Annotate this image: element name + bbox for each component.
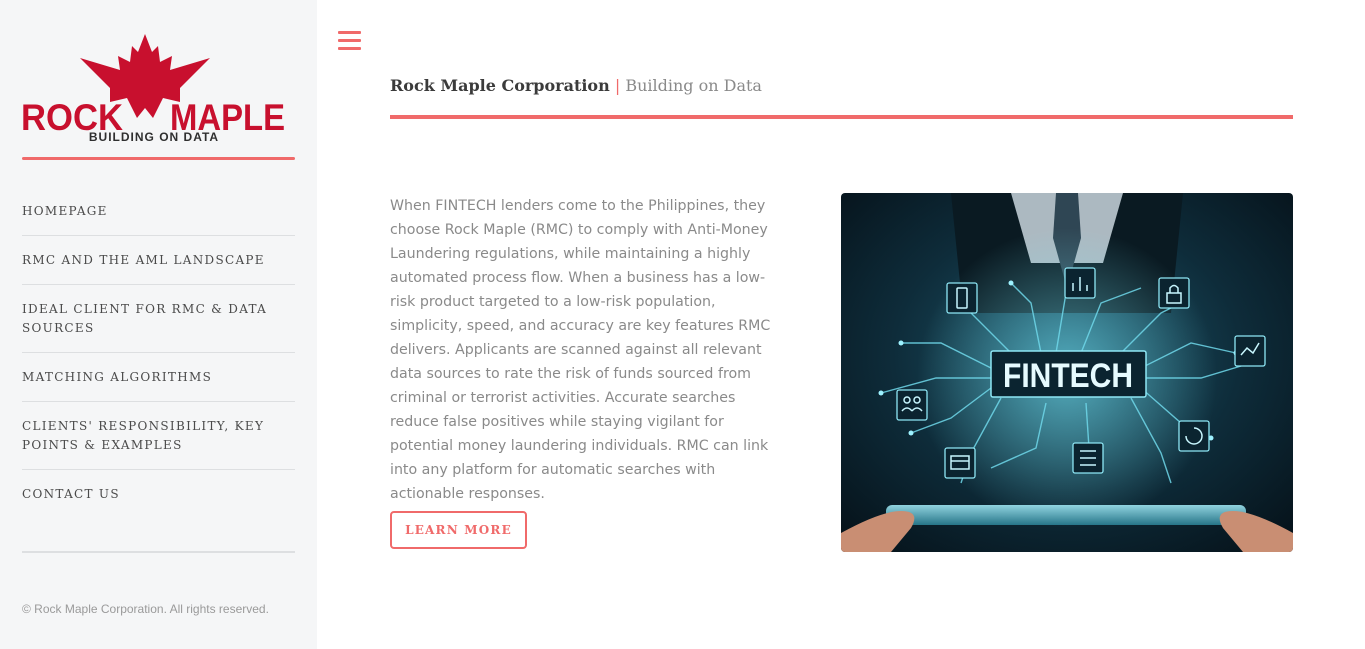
logo-divider (22, 157, 295, 160)
sidebar-item-matching-algorithms[interactable]: MATCHING ALGORITHMS (22, 353, 295, 402)
header-tagline: Building on Data (625, 76, 762, 95)
sidebar-divider (22, 551, 295, 553)
sidebar-item-contact-us[interactable]: CONTACT US (22, 470, 295, 518)
sidebar-item-clients-responsibility[interactable]: CLIENTS' RESPONSIBILITY, KEY POINTS & EX… (22, 402, 295, 470)
sidebar-item-aml-landscape[interactable]: RMC AND THE AML LANDSCAPE (22, 236, 295, 285)
sidebar: ROCK MAPLE BUILDING ON DATA HOMEPAGE RMC… (0, 0, 317, 649)
hamburger-menu-icon[interactable] (338, 31, 361, 51)
intro-paragraph: When FINTECH lenders come to the Philipp… (390, 198, 771, 502)
sidebar-nav: HOMEPAGE RMC AND THE AML LANDSCAPE IDEAL… (22, 187, 295, 518)
header-separator: | (614, 76, 621, 95)
rock-maple-logo[interactable]: ROCK MAPLE BUILDING ON DATA (20, 30, 288, 150)
refresh-icon (1178, 420, 1210, 452)
card-icon (944, 447, 976, 479)
logo-tagline: BUILDING ON DATA (89, 130, 219, 144)
learn-more-button[interactable]: LEARN MORE (390, 511, 527, 549)
fintech-hero-image: FINTECH (841, 193, 1293, 552)
sidebar-item-homepage[interactable]: HOMEPAGE (22, 187, 295, 236)
sidebar-item-ideal-client[interactable]: IDEAL CLIENT FOR RMC & DATA SOURCES (22, 285, 295, 353)
header-brand: Rock Maple Corporation (390, 76, 610, 95)
page-header: Rock Maple Corporation | Building on Dat… (390, 76, 762, 95)
users-icon (896, 389, 928, 421)
copyright-text: © Rock Maple Corporation. All rights res… (22, 602, 269, 616)
header-divider (390, 115, 1293, 119)
fintech-caption: FINTECH (1003, 357, 1133, 395)
